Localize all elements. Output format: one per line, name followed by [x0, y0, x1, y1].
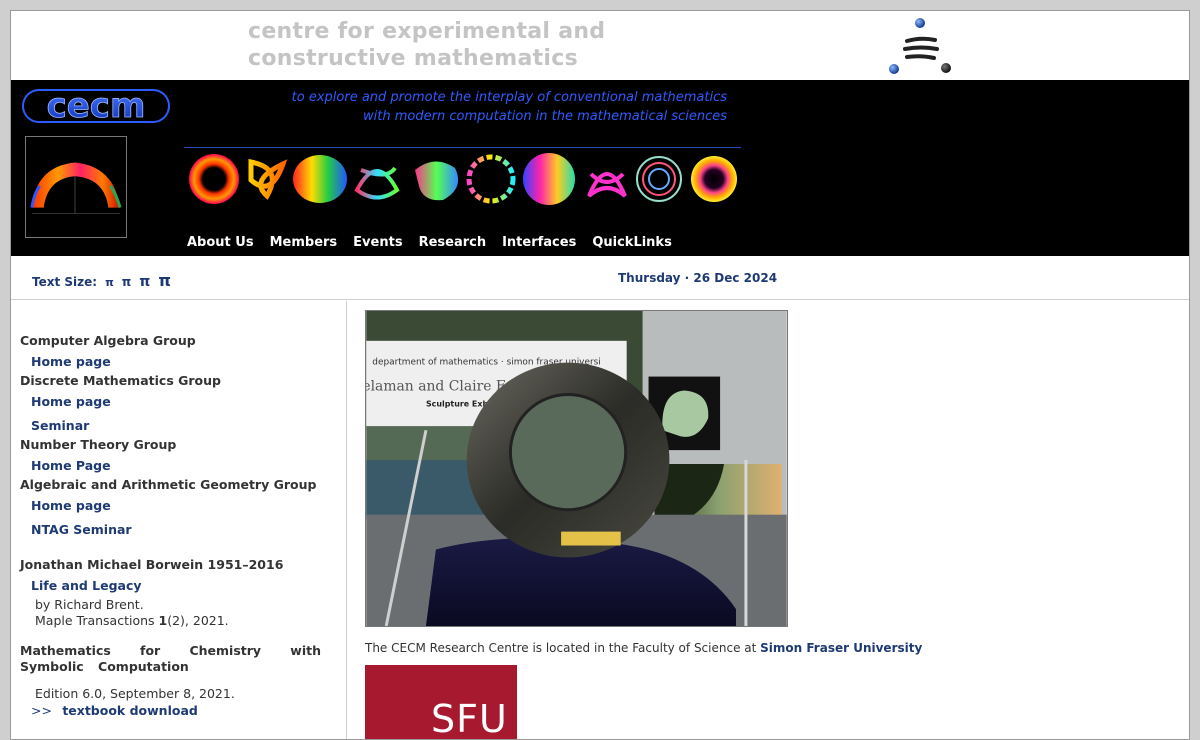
site-title-line2: constructive mathematics — [248, 46, 578, 71]
logo-text: cecm — [47, 88, 146, 124]
math-sculptures-strip — [189, 153, 737, 205]
group-number-theory: Number Theory Group — [20, 437, 177, 452]
nav-about-us[interactable]: About Us — [187, 235, 254, 250]
sidebar: Computer Algebra Group Home page Discret… — [11, 301, 347, 739]
nav-quicklinks[interactable]: QuickLinks — [592, 235, 672, 250]
svg-text:elaman and Claire F: elaman and Claire F — [365, 378, 506, 394]
nav-interfaces[interactable]: Interfaces — [502, 235, 576, 250]
arrow-icon: >> — [31, 703, 52, 718]
life-and-legacy-link[interactable]: Life and Legacy — [31, 578, 142, 593]
arith-geometry-home-link[interactable]: Home page — [31, 498, 111, 513]
current-date: Thursday · 26 Dec 2024 — [618, 271, 778, 285]
textbook-download-row: >> textbook download — [31, 703, 198, 718]
main-nav: About Us Members Events Research Interfa… — [187, 235, 688, 250]
surface-thumbnail[interactable] — [25, 136, 127, 238]
tagline-line2: with modern computation in the mathemati… — [363, 109, 727, 124]
sfu-logo[interactable]: SFU — [365, 665, 517, 740]
top-banner: centre for experimental and constructive… — [11, 11, 1189, 80]
text-size-label: Text Size: — [32, 275, 98, 289]
header-divider — [184, 147, 741, 148]
math-chem-title: Mathematics for Chemistry with Symbolic … — [20, 643, 321, 674]
cecm-logo[interactable]: cecm — [21, 88, 171, 124]
nav-research[interactable]: Research — [419, 235, 487, 250]
group-computer-algebra: Computer Algebra Group — [20, 333, 196, 348]
text-size-small[interactable]: π — [122, 275, 132, 289]
number-theory-home-link[interactable]: Home Page — [31, 458, 111, 473]
sfu-logo-text: SFU — [431, 697, 508, 740]
math-chem-edition: Edition 6.0, September 8, 2021. — [35, 686, 235, 701]
nav-events[interactable]: Events — [353, 235, 402, 250]
header: cecm to explore and promote the interpla… — [11, 80, 1189, 256]
group-arith-geometry: Algebraic and Arithmetic Geometry Group — [20, 477, 317, 492]
nav-members[interactable]: Members — [270, 235, 338, 250]
discrete-math-seminar-link[interactable]: Seminar — [31, 418, 89, 433]
ntag-seminar-link[interactable]: NTAG Seminar — [31, 522, 132, 537]
sfu-link[interactable]: Simon Fraser University — [760, 641, 922, 655]
group-discrete-math: Discrete Mathematics Group — [20, 373, 221, 388]
text-size-smallest[interactable]: π — [105, 276, 114, 289]
borwein-title: Jonathan Michael Borwein 1951–2016 — [20, 557, 284, 572]
cecm-mark-icon — [889, 18, 951, 74]
borwein-author-note: by Richard Brent. — [35, 597, 144, 612]
text-size-largest[interactable]: π — [158, 271, 171, 290]
text-size-control: Text Size: π π π π — [32, 271, 171, 290]
utility-row: Text Size: π π π π Thursday · 26 Dec 202… — [11, 256, 1189, 300]
sculpture-exhibition-photo: department of mathematics · simon fraser… — [365, 310, 788, 627]
location-caption: The CECM Research Centre is located in t… — [365, 641, 923, 655]
textbook-download-link[interactable]: textbook download — [62, 703, 198, 718]
borwein-citation: Maple Transactions 1(2), 2021. — [35, 613, 229, 628]
computer-algebra-home-link[interactable]: Home page — [31, 354, 111, 369]
page: centre for experimental and constructive… — [10, 10, 1190, 740]
tagline-line1: to explore and promote the interplay of … — [291, 90, 727, 105]
discrete-math-home-link[interactable]: Home page — [31, 394, 111, 409]
site-title-line1: centre for experimental and — [248, 19, 606, 44]
text-size-large[interactable]: π — [139, 274, 150, 290]
